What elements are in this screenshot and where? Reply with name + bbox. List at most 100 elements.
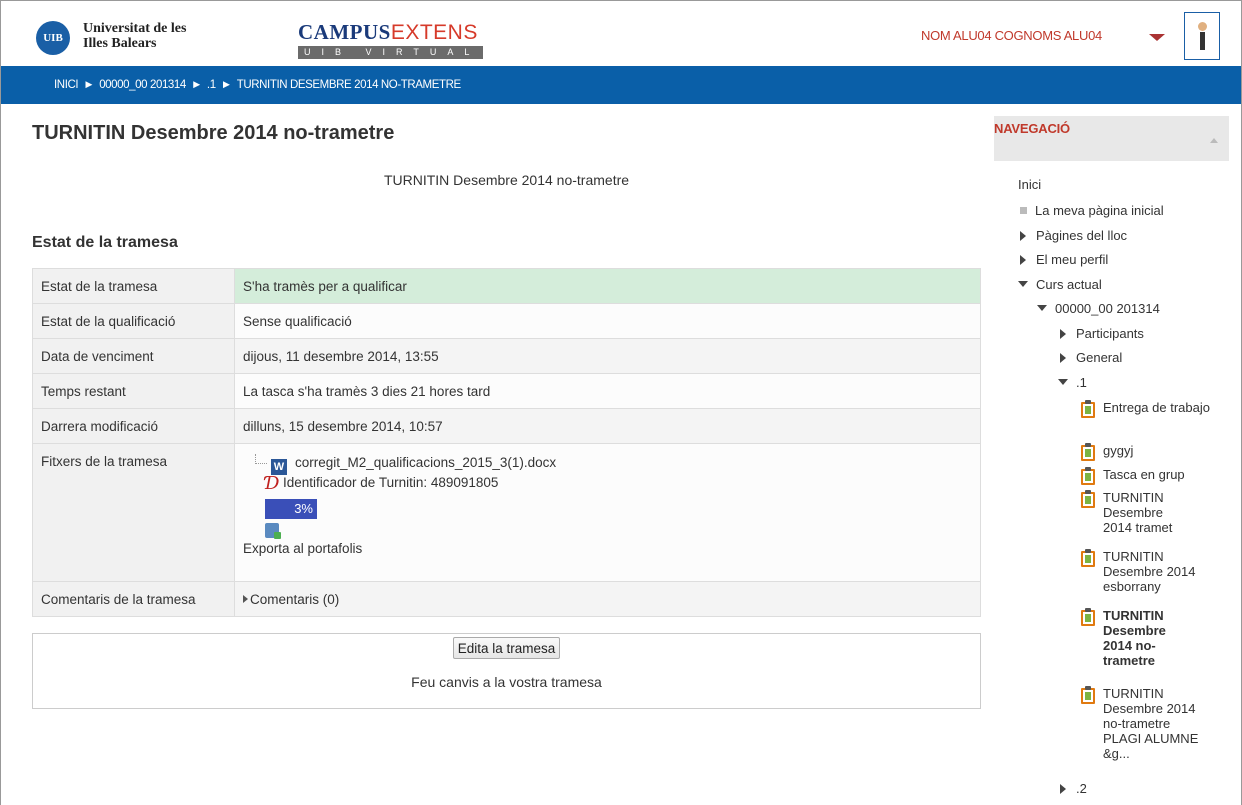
- university-name-line1: Universitat de les: [83, 21, 187, 36]
- uib-logo[interactable]: UIB: [36, 21, 70, 55]
- breadcrumb: INICI ► 00000_00 201314 ► .1 ► TURNITIN DESEMB…: [54, 79, 461, 91]
- expand-triangle-icon: [1020, 231, 1026, 241]
- collapse-triangle-icon: [1018, 281, 1028, 287]
- campus-logo-subtitle: UIB VIRTUAL: [298, 46, 483, 59]
- breadcrumb-item-home[interactable]: INICI: [54, 79, 79, 91]
- nav-item-label: .1: [1076, 375, 1087, 390]
- collapse-triangle-icon: [1037, 305, 1047, 311]
- nav-item-participants[interactable]: Participants: [1060, 326, 1144, 342]
- edit-submission-box: Edita la tramesa Feu canvis a la vostra …: [32, 633, 981, 709]
- row-value: dilluns, 15 desembre 2014, 10:57: [234, 408, 981, 444]
- nav-activity-label: TURNITIN Desembre 2014 no-trametre: [1103, 608, 1166, 668]
- user-avatar[interactable]: [1184, 12, 1220, 60]
- expand-triangle-icon: [243, 594, 248, 603]
- row-label: Darrera modificació: [32, 408, 235, 444]
- assignment-icon: [1081, 400, 1095, 418]
- nav-item-general[interactable]: General: [1060, 350, 1122, 366]
- collapse-icon[interactable]: [1210, 138, 1218, 143]
- campus-extens-logo[interactable]: CAMPUSEXTENS UIB VIRTUAL: [298, 21, 483, 59]
- expand-triangle-icon: [1060, 329, 1066, 339]
- tree-connector: [255, 454, 267, 464]
- assignment-icon: [1081, 549, 1095, 567]
- table-row: Data de venciment dijous, 11 desembre 20…: [32, 338, 981, 374]
- turnitin-id-line: Ɗ Identificador de Turnitin: 489091805: [243, 474, 972, 494]
- nav-item-site-pages[interactable]: Pàgines del lloc: [1020, 228, 1127, 244]
- breadcrumb-separator-icon: ►: [220, 79, 232, 91]
- row-label: Comentaris de la tramesa: [32, 581, 235, 617]
- export-portfolio-icon[interactable]: [265, 523, 281, 539]
- turnitin-icon: Ɗ: [265, 473, 280, 494]
- similarity-score-badge[interactable]: 3%: [265, 499, 317, 519]
- university-name[interactable]: Universitat de les Illes Balears: [83, 21, 186, 51]
- breadcrumb-item-current: TURNITIN DESEMBRE 2014 NO-TRAMETRE: [236, 79, 462, 91]
- nav-activity-label: TURNITIN Desembre 2014 no-trametre PLAGI…: [1103, 686, 1199, 761]
- nav-item-label: 00000_00 201314: [1055, 301, 1160, 316]
- nav-item-label: Pàgines del lloc: [1036, 228, 1128, 243]
- files-cell: Wcorregit_M2_qualificacions_2015_3(1).do…: [234, 443, 981, 582]
- nav-activity-label: TURNITIN Desembre 2014 esborrany: [1103, 549, 1196, 594]
- campus-logo-part1: CAMPUS: [298, 20, 391, 44]
- file-link[interactable]: corregit_M2_qualificacions_2015_3(1).doc…: [295, 455, 556, 470]
- university-name-line2: Illes Balears: [83, 36, 157, 51]
- submission-status-table: Estat de la tramesa S'ha tramès per a qu…: [32, 268, 981, 617]
- campus-logo-part2: EXTENS: [390, 21, 478, 44]
- nav-item-section-1[interactable]: .1: [1058, 375, 1087, 391]
- expand-triangle-icon: [1020, 255, 1026, 265]
- page-title: TURNITIN Desembre 2014 no-trametre: [32, 122, 395, 144]
- assignment-icon: [1081, 490, 1095, 508]
- table-row: Temps restant La tasca s'ha tramès 3 die…: [32, 373, 981, 409]
- row-label: Estat de la tramesa: [32, 268, 235, 304]
- row-value: S'ha tramès per a qualificar: [234, 268, 981, 304]
- nav-item-current-course[interactable]: Curs actual: [1018, 277, 1102, 293]
- edit-submission-note: Feu canvis a la vostra tramesa: [411, 674, 602, 690]
- row-label: Data de venciment: [32, 338, 235, 374]
- navigation-block-header: NAVEGACIÓ: [994, 116, 1229, 161]
- comments-toggle[interactable]: Comentaris (0): [243, 592, 339, 607]
- nav-item-my-home[interactable]: La meva pàgina inicial: [1020, 203, 1164, 219]
- word-document-icon: W: [271, 459, 287, 475]
- nav-item-course[interactable]: 00000_00 201314: [1037, 301, 1160, 317]
- export-portfolio-link[interactable]: Exporta al portafolis: [243, 541, 972, 556]
- nav-item-section-2[interactable]: .2: [1060, 781, 1087, 797]
- assignment-intro: TURNITIN Desembre 2014 no-trametre: [383, 172, 630, 188]
- turnitin-id: Identificador de Turnitin: 489091805: [283, 475, 499, 490]
- comments-cell: Comentaris (0): [234, 581, 981, 617]
- avatar-head: [1198, 22, 1207, 31]
- nav-activity-label: Tasca en grup: [1103, 467, 1185, 482]
- assignment-icon: [1081, 467, 1095, 485]
- edit-submission-button[interactable]: Edita la tramesa: [452, 637, 561, 659]
- nav-item-label: .2: [1076, 781, 1087, 796]
- submission-status-heading: Estat de la tramesa: [32, 234, 178, 251]
- nav-item-label: General: [1076, 350, 1123, 365]
- nav-item-home[interactable]: Inici: [1018, 177, 1041, 193]
- table-row: Estat de la qualificació Sense qualifica…: [32, 303, 981, 339]
- nav-item-label: El meu perfil: [1036, 252, 1109, 267]
- nav-activity-label: Entrega de trabajo: [1103, 400, 1210, 415]
- comments-link: Comentaris (0): [250, 591, 340, 607]
- row-value: dijous, 11 desembre 2014, 13:55: [234, 338, 981, 374]
- row-value: La tasca s'ha tramès 3 dies 21 hores tar…: [234, 373, 981, 409]
- table-row-files: Fitxers de la tramesa Wcorregit_M2_quali…: [32, 443, 981, 582]
- breadcrumb-bar: INICI ► 00000_00 201314 ► .1 ► TURNITIN DESEMB…: [1, 66, 1241, 104]
- nav-item-label: La meva pàgina inicial: [1035, 203, 1164, 218]
- breadcrumb-item-section[interactable]: .1: [207, 79, 216, 91]
- caret-down-icon[interactable]: [1149, 34, 1165, 41]
- assignment-icon: [1081, 608, 1095, 626]
- bullet-icon: [1020, 207, 1027, 214]
- nav-activity-label: gygyj: [1103, 443, 1134, 458]
- expand-triangle-icon: [1060, 784, 1066, 794]
- nav-item-label: Curs actual: [1036, 277, 1102, 292]
- nav-item-profile[interactable]: El meu perfil: [1020, 252, 1108, 268]
- avatar-body: [1200, 32, 1205, 50]
- table-row: Estat de la tramesa S'ha tramès per a qu…: [32, 268, 981, 304]
- nav-activity-label: TURNITIN Desembre 2014 tramet: [1103, 490, 1173, 535]
- row-label: Temps restant: [32, 373, 235, 409]
- row-label: Fitxers de la tramesa: [32, 443, 235, 582]
- expand-triangle-icon: [1060, 353, 1066, 363]
- navigation-block-title: NAVEGACIÓ: [994, 121, 1070, 136]
- breadcrumb-item-course[interactable]: 00000_00 201314: [99, 79, 186, 91]
- breadcrumb-separator-icon: ►: [83, 79, 95, 91]
- nav-item-label: Participants: [1076, 326, 1144, 341]
- submitted-file: Wcorregit_M2_qualificacions_2015_3(1).do…: [243, 454, 972, 475]
- user-menu-name[interactable]: NOM ALU04 COGNOMS ALU04: [921, 28, 1102, 43]
